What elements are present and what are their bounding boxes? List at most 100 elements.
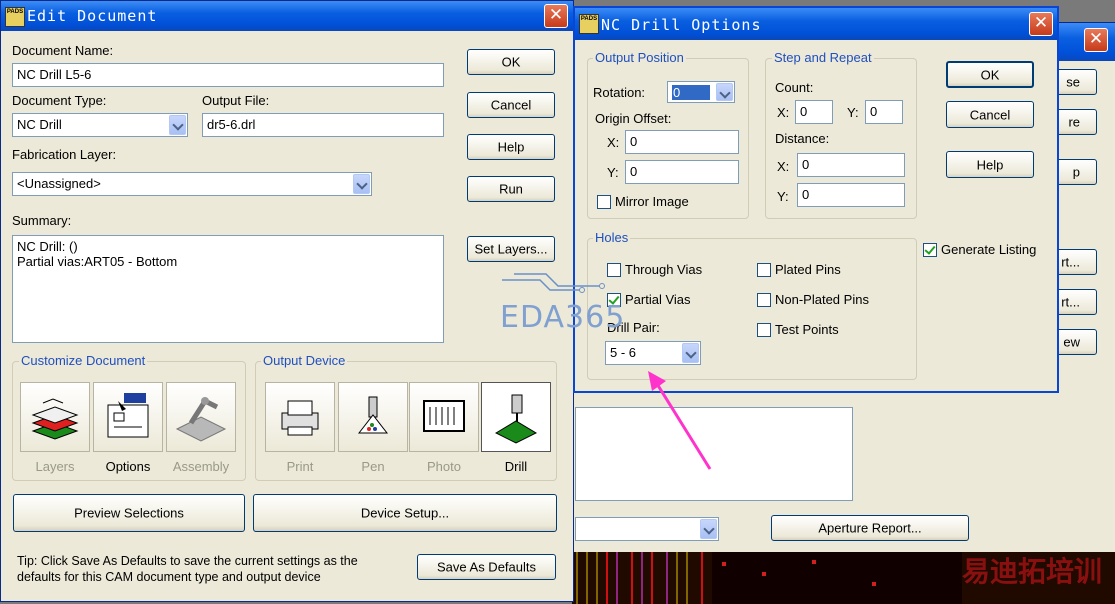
step-repeat-title: Step and Repeat [772,50,874,65]
count-x-label: X: [777,105,790,120]
nc-help-button[interactable]: Help [946,151,1034,178]
distance-y-label: Y: [777,189,789,204]
training-watermark: 易迪拓培训 [962,555,1103,588]
pads-app-icon: PADS [5,7,25,27]
chevron-down-icon[interactable] [716,83,733,101]
eda365-watermark: EDA365 [500,300,626,335]
rotation-label: Rotation: [593,85,646,100]
edit-document-title-bar: PADS Edit Document [1,1,573,31]
output-file-label: Output File: [202,93,270,108]
options-icon [107,393,149,438]
document-type-label: Document Type: [12,93,107,108]
document-type-select[interactable]: NC Drill [12,113,188,137]
print-label: Print [286,459,314,474]
count-y-field[interactable]: 0 [865,100,903,124]
layers-label: Layers [35,459,75,474]
drill-icon [494,394,538,444]
test-points-label[interactable]: Test Points [775,322,839,337]
mirror-image-checkbox[interactable] [597,195,611,209]
non-plated-pins-label[interactable]: Non-Plated Pins [775,292,869,307]
customize-document-title: Customize Document [19,353,148,368]
mirror-image-label[interactable]: Mirror Image [615,194,689,209]
drill-label: Drill [504,459,528,474]
assembly-icon [175,397,227,442]
rotation-value: 0 [672,85,711,100]
output-device-title: Output Device [261,353,348,368]
chevron-down-icon[interactable] [682,343,699,363]
preview-selections-button[interactable]: Preview Selections [13,494,245,532]
tip-text: Tip: Click Save As Defaults to save the … [17,554,358,584]
generate-listing-checkbox[interactable] [923,243,937,257]
count-x-field[interactable]: 0 [795,100,833,124]
annotation-arrow [648,371,712,470]
assembly-label: Assembly [172,459,230,474]
device-setup-button[interactable]: Device Setup... [253,494,557,532]
printer-icon [281,400,319,436]
print-tile[interactable] [265,382,335,452]
output-file-field[interactable]: dr5-6.drl [202,113,444,137]
fabrication-layer-value: <Unassigned> [17,176,101,191]
summary-box: NC Drill: () Partial vias:ART05 - Bottom [12,235,444,343]
drill-tile[interactable] [481,382,551,452]
non-plated-pins-checkbox[interactable] [757,293,771,307]
fabrication-layer-select[interactable]: <Unassigned> [12,172,372,196]
summary-line-2: Partial vias:ART05 - Bottom [17,254,178,269]
assembly-tile[interactable] [166,382,236,452]
chevron-down-icon[interactable] [353,174,370,194]
pads-app-icon: PADS [579,14,599,34]
document-name-field[interactable]: NC Drill L5-6 [12,63,444,87]
run-button[interactable]: Run [467,176,555,202]
background-close-button[interactable]: ✕ [1084,28,1108,52]
drill-pair-select[interactable]: 5 - 6 [605,341,701,365]
origin-offset-label: Origin Offset: [595,111,672,126]
options-label: Options [105,459,151,474]
edit-document-dialog: PADS Edit Document ✕ Document Name: NC D… [0,0,574,602]
fabrication-layer-label: Fabrication Layer: [12,147,117,162]
plated-pins-checkbox[interactable] [757,263,771,277]
pen-plotter-icon [357,396,389,434]
test-points-checkbox[interactable] [757,323,771,337]
layers-icon [31,398,79,440]
pcb-artwork: 易迪拓培训 [572,552,1115,604]
origin-y-label: Y: [607,165,619,180]
ok-button[interactable]: OK [467,49,555,75]
help-button[interactable]: Help [467,134,555,160]
nc-drill-close-button[interactable]: ✕ [1029,12,1053,36]
nc-drill-options-dialog: PADS NC Drill Options ✕ Output Position … [573,6,1059,393]
options-tile[interactable] [93,382,163,452]
aperture-report-button[interactable]: Aperture Report... [771,515,969,541]
edit-document-close-button[interactable]: ✕ [544,4,568,28]
photo-tile[interactable] [409,382,479,452]
summary-label: Summary: [12,213,72,228]
distance-x-label: X: [777,159,790,174]
pen-tile[interactable] [338,382,408,452]
rotation-select[interactable]: 0 [667,81,735,103]
photo-label: Photo [427,459,461,474]
count-label: Count: [775,80,814,95]
distance-x-field[interactable]: 0 [797,153,905,177]
nc-cancel-button[interactable]: Cancel [946,101,1034,128]
origin-x-label: X: [607,135,620,150]
photo-plotter-icon [423,400,465,432]
output-position-title: Output Position [593,50,686,65]
distance-y-field[interactable]: 0 [797,183,905,207]
plated-pins-label[interactable]: Plated Pins [775,262,841,277]
save-as-defaults-button[interactable]: Save As Defaults [417,554,556,580]
generate-listing-label[interactable]: Generate Listing [941,242,1036,257]
drill-pair-value: 5 - 6 [610,345,637,360]
document-type-value: NC Drill [17,117,62,132]
chevron-down-icon[interactable] [169,115,186,135]
pen-label: Pen [361,459,385,474]
summary-line-1: NC Drill: () [17,239,78,254]
count-y-label: Y: [847,105,859,120]
origin-y-field[interactable]: 0 [625,160,739,184]
nc-drill-title: NC Drill Options [601,16,762,34]
edit-document-title: Edit Document [27,7,158,25]
nc-ok-button[interactable]: OK [946,61,1034,88]
layers-tile[interactable] [20,382,90,452]
nc-drill-title-bar: PADS NC Drill Options [575,8,1057,40]
origin-x-field[interactable]: 0 [625,130,739,154]
cancel-button[interactable]: Cancel [467,92,555,118]
bg-combo[interactable] [575,517,719,541]
set-layers-button[interactable]: Set Layers... [467,236,555,262]
